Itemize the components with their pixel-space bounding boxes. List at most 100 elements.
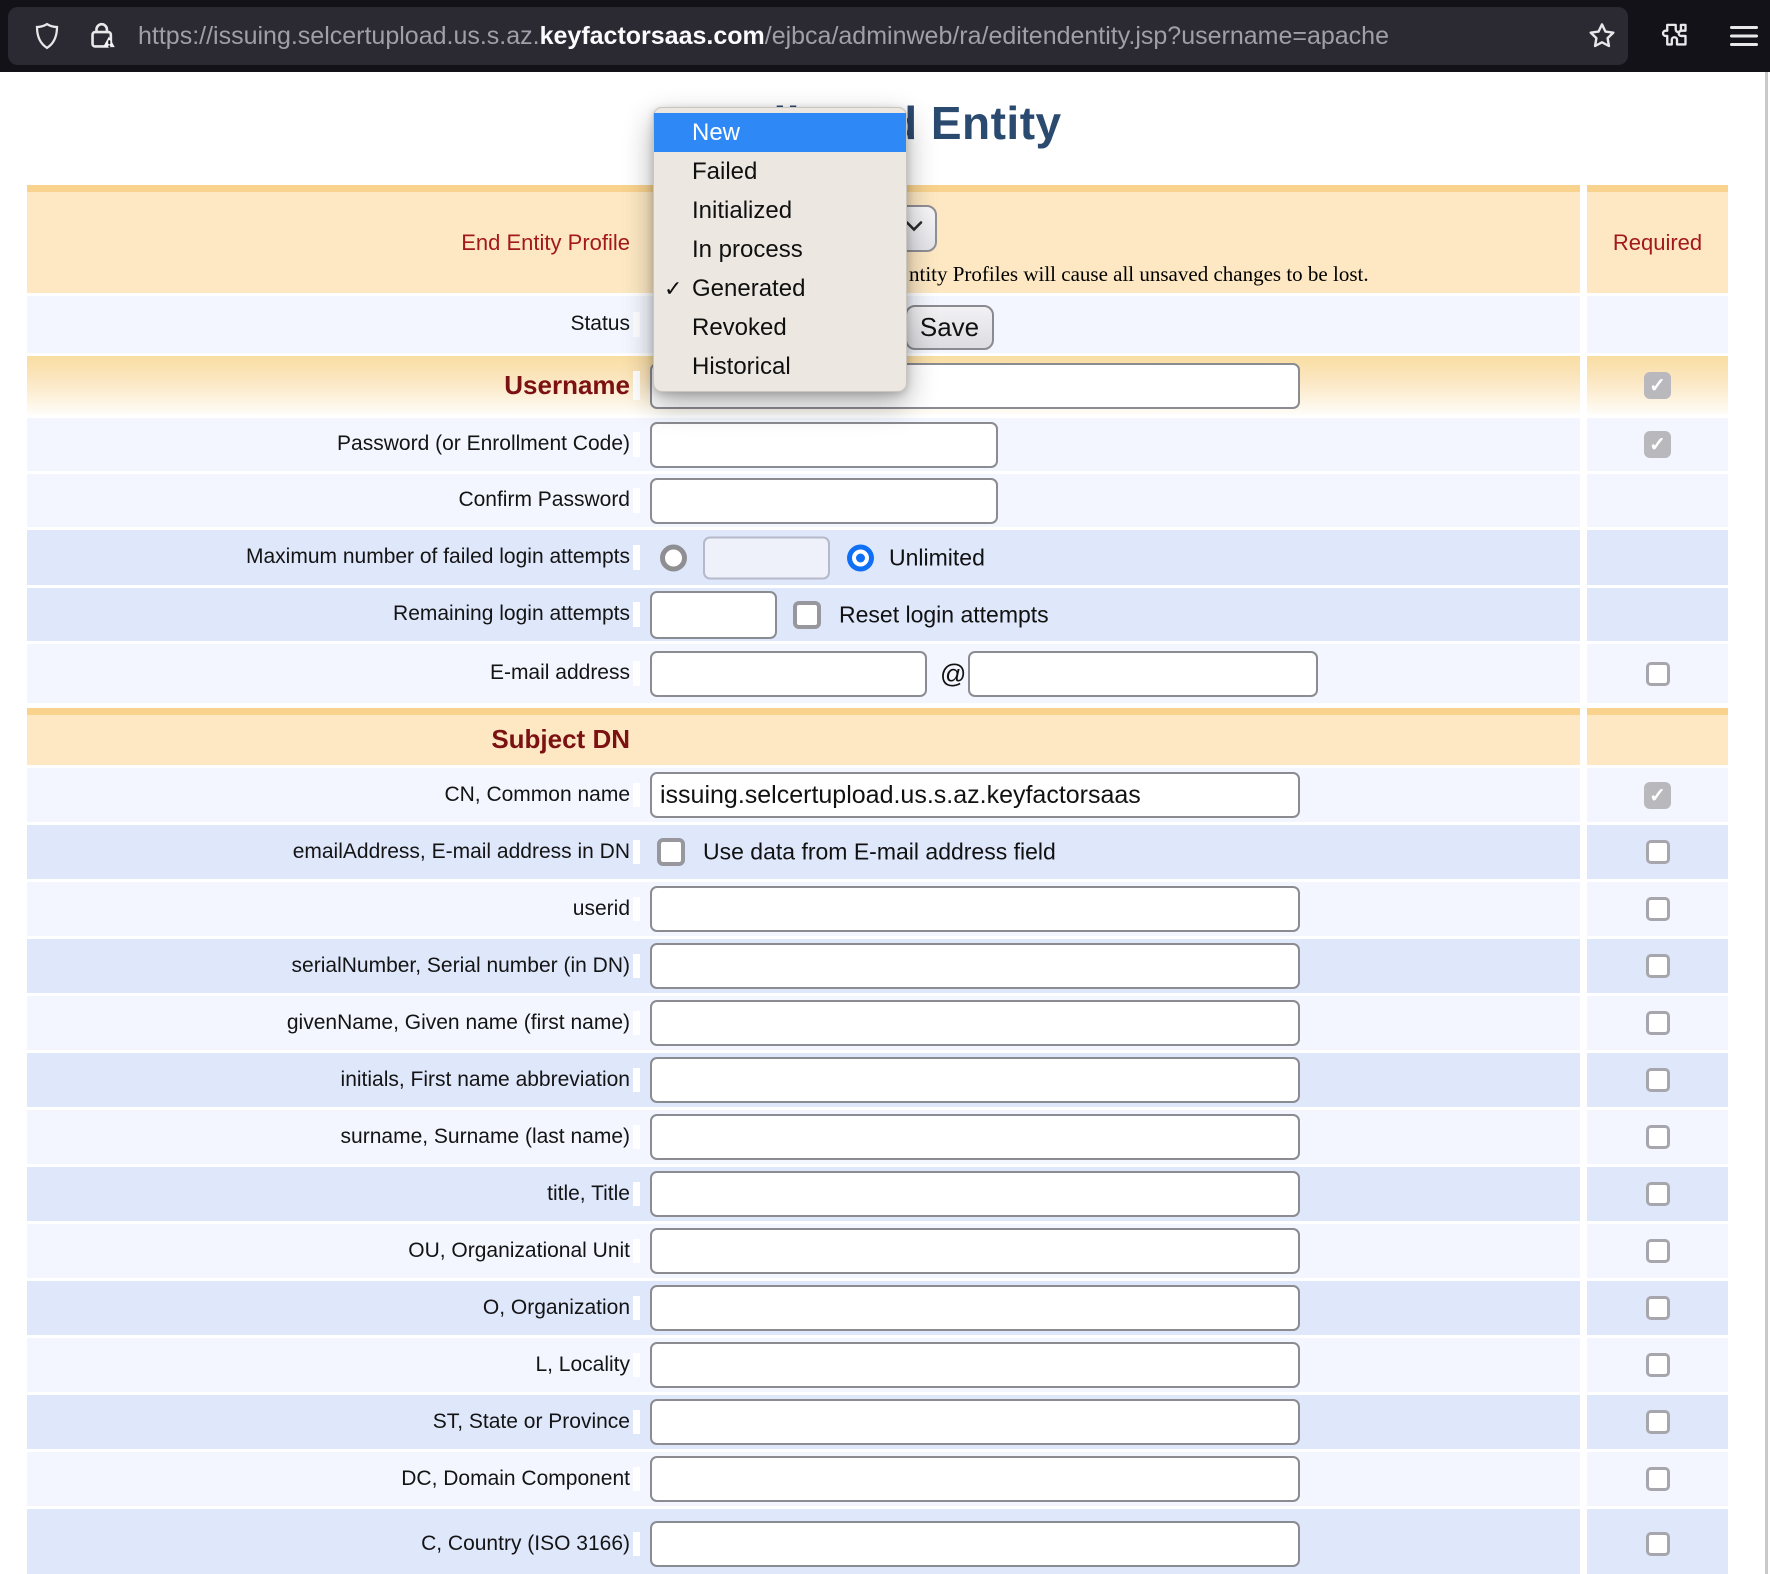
url-prefix: https://issuing.selcertupload.us.s.az. — [138, 22, 540, 51]
cell-userid: userid — [27, 882, 1580, 936]
required-cell-email-in-dn — [1587, 825, 1728, 879]
required-cell-subject-dn — [1587, 708, 1728, 765]
bookmark-star-icon[interactable] — [1586, 20, 1618, 52]
shield-icon[interactable] — [32, 19, 62, 53]
required-checkbox[interactable] — [1646, 1068, 1670, 1092]
required-cell-end-entity-profile: Required — [1587, 185, 1728, 293]
status-option-new[interactable]: New — [654, 113, 906, 152]
row-cn-common-name: CN, Common name issuing.selcertupload.us.… — [27, 768, 1728, 822]
required-cell-cn-common-name: ✓ — [1587, 768, 1728, 822]
max-failed-value-input — [703, 536, 830, 579]
locality-input[interactable] — [650, 1342, 1300, 1388]
required-checkbox[interactable] — [1646, 1239, 1670, 1263]
email-domain-input[interactable] — [968, 651, 1318, 697]
status-option-revoked[interactable]: Revoked — [654, 308, 906, 347]
url-text[interactable]: https://issuing.selcertupload.us.s.az.ke… — [138, 7, 1389, 65]
remaining-logins-input[interactable] — [650, 591, 777, 639]
cell-surname: surname, Surname (last name) — [27, 1110, 1580, 1164]
required-cell-title — [1587, 1167, 1728, 1221]
reset-login-attempts-checkbox[interactable] — [793, 601, 821, 629]
required-checkbox[interactable] — [1646, 1125, 1670, 1149]
at-symbol: @ — [940, 658, 966, 689]
required-checkbox[interactable] — [1646, 1467, 1670, 1491]
label-max-failed-logins: Maximum number of failed login attempts — [27, 545, 640, 569]
row-remaining-logins: Remaining login attemptsReset login atte… — [27, 588, 1728, 641]
required-checkbox[interactable] — [1646, 897, 1670, 921]
address-bar[interactable]: https://issuing.selcertupload.us.s.az.ke… — [8, 7, 1628, 65]
required-cell-country — [1587, 1509, 1728, 1574]
cell-serial-number: serialNumber, Serial number (in DN) — [27, 939, 1580, 993]
status-option-label: Failed — [692, 158, 757, 186]
max-failed-specify-radio[interactable] — [660, 544, 687, 571]
email-local-input[interactable] — [650, 651, 927, 697]
row-given-name: givenName, Given name (first name) — [27, 996, 1728, 1050]
status-option-in-process[interactable]: In process — [654, 230, 906, 269]
row-confirm-password: Confirm Password — [27, 474, 1728, 527]
required-checkbox[interactable] — [1646, 1296, 1670, 1320]
required-checkbox[interactable] — [1646, 1182, 1670, 1206]
serial-number-input[interactable] — [650, 943, 1300, 989]
status-option-failed[interactable]: Failed — [654, 152, 906, 191]
confirm-password-input[interactable] — [650, 478, 998, 524]
max-failed-unlimited-radio[interactable] — [847, 544, 874, 571]
label-userid: userid — [27, 897, 640, 921]
scrollbar[interactable] — [1765, 72, 1768, 1574]
label-initials: initials, First name abbreviation — [27, 1068, 640, 1092]
reset-login-attempts-label: Reset login attempts — [839, 601, 1049, 628]
required-cell-confirm-password — [1587, 474, 1728, 527]
organizational-unit-input[interactable] — [650, 1228, 1300, 1274]
label-subject-dn: Subject DN — [27, 725, 640, 755]
status-dropdown-popup[interactable]: New Failed InitializedIn process✓Generated… — [653, 107, 907, 392]
cell-initials: initials, First name abbreviation — [27, 1053, 1580, 1107]
label-password: Password (or Enrollment Code) — [27, 432, 640, 456]
row-subject-dn: Subject DN — [27, 708, 1728, 765]
required-cell-status — [1587, 296, 1728, 353]
unlimited-label: Unlimited — [889, 544, 985, 571]
required-cell-initials — [1587, 1053, 1728, 1107]
required-cell-surname — [1587, 1110, 1728, 1164]
title-input[interactable] — [650, 1171, 1300, 1217]
status-option-generated[interactable]: ✓Generated — [654, 269, 906, 308]
status-option-label: New — [692, 119, 740, 147]
lock-warning-icon[interactable] — [86, 18, 120, 54]
organization-input[interactable] — [650, 1285, 1300, 1331]
country-input[interactable] — [650, 1521, 1300, 1567]
password-input[interactable] — [650, 422, 998, 468]
label-cn-common-name: CN, Common name — [27, 783, 640, 807]
email-in-dn-checkbox[interactable] — [657, 838, 685, 866]
url-path: /ejbca/adminweb/ra/editendentity.jsp?use… — [765, 22, 1389, 51]
given-name-input[interactable] — [650, 1000, 1300, 1046]
save-button[interactable]: Save — [905, 305, 994, 350]
initials-input[interactable] — [650, 1057, 1300, 1103]
status-option-initialized[interactable]: Initialized — [654, 191, 906, 230]
required-checkbox[interactable] — [1646, 954, 1670, 978]
cn-common-name-input[interactable]: issuing.selcertupload.us.s.az.keyfactors… — [650, 772, 1300, 818]
label-status: Status — [27, 312, 640, 336]
required-cell-email-address — [1587, 644, 1728, 703]
cell-domain-component: DC, Domain Component — [27, 1452, 1580, 1506]
required-checkbox[interactable] — [1646, 1353, 1670, 1377]
status-option-historical[interactable]: Historical — [654, 347, 906, 386]
label-state-province: ST, State or Province — [27, 1410, 640, 1434]
required-cell-serial-number — [1587, 939, 1728, 993]
required-checkbox[interactable] — [1646, 1532, 1670, 1556]
extensions-puzzle-icon[interactable] — [1658, 19, 1692, 53]
menu-hamburger-icon[interactable] — [1728, 22, 1760, 50]
required-checkbox[interactable] — [1646, 840, 1670, 864]
row-domain-component: DC, Domain Component — [27, 1452, 1728, 1506]
row-state-province: ST, State or Province — [27, 1395, 1728, 1449]
row-max-failed-logins: Maximum number of failed login attempts U… — [27, 530, 1728, 585]
required-checkbox[interactable] — [1646, 1410, 1670, 1434]
surname-input[interactable] — [650, 1114, 1300, 1160]
form-table: End Entity Profilentity Profiles will ca… — [27, 185, 1728, 1574]
row-email-address: E-mail address@ — [27, 644, 1728, 703]
cell-remaining-logins: Remaining login attemptsReset login atte… — [27, 588, 1580, 641]
domain-component-input[interactable] — [650, 1456, 1300, 1502]
required-checkbox[interactable] — [1646, 662, 1670, 686]
required-checkbox[interactable] — [1646, 1011, 1670, 1035]
required-cell-locality — [1587, 1338, 1728, 1392]
cell-country: C, Country (ISO 3166) — [27, 1509, 1580, 1574]
label-organizational-unit: OU, Organizational Unit — [27, 1239, 640, 1263]
userid-input[interactable] — [650, 886, 1300, 932]
state-province-input[interactable] — [650, 1399, 1300, 1445]
